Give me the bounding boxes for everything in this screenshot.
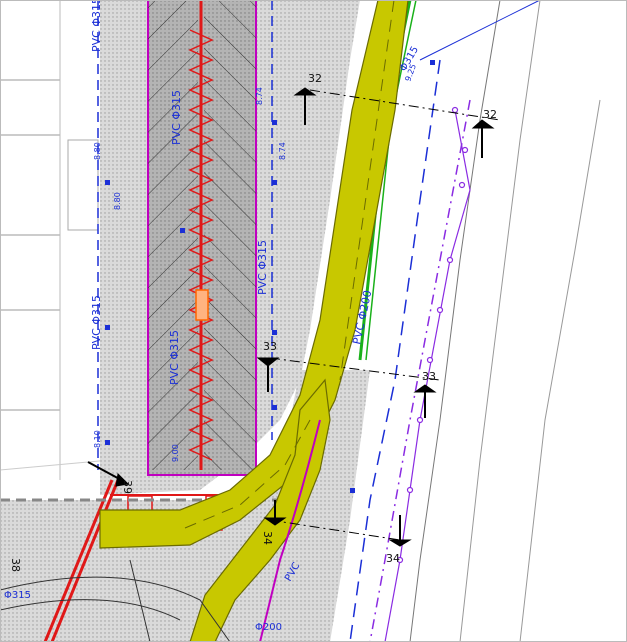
section-label-33-left: 33 (263, 340, 277, 353)
dimension-880b: 8.80 (113, 192, 122, 210)
pipe-label-pvc315-parking-bottom: PVC Φ315 (168, 330, 181, 385)
dimension-900: 9.00 (171, 444, 180, 462)
section-label-39: 39 (121, 480, 134, 494)
dimension-874: 8.74 (255, 87, 264, 105)
pipe-label-pvc315-left: PVC Φ315 (90, 0, 103, 52)
section-label-32-left: 32 (308, 72, 322, 85)
site-plan-drawing: 32 32 33 33 34 34 38 39 PVC Φ315 PVC Φ31… (0, 0, 627, 642)
section-label-34-right: 34 (386, 552, 400, 565)
building-outlines (0, 0, 111, 480)
section-label-38: 38 (9, 558, 22, 572)
section-label-32-right: 32 (483, 108, 497, 121)
pipe-label-pvc315-lower-left: PVC Φ315 (90, 295, 103, 350)
section-label-34-left: 34 (261, 531, 274, 545)
pipe-label-200-bottom: Φ200 (255, 622, 282, 633)
dimension-810: 8.10 (93, 430, 102, 448)
dimension-880a: 8.80 (93, 142, 102, 160)
pipe-label-pvc315-center: PVC Φ315 (256, 240, 269, 295)
dimension-874b: 8.74 (278, 142, 287, 160)
pipe-label-315-bottom-left: Φ315 (4, 590, 31, 601)
section-label-33-right: 33 (422, 370, 436, 383)
pipe-label-pvc315-parking-top: PVC Φ315 (170, 90, 183, 145)
